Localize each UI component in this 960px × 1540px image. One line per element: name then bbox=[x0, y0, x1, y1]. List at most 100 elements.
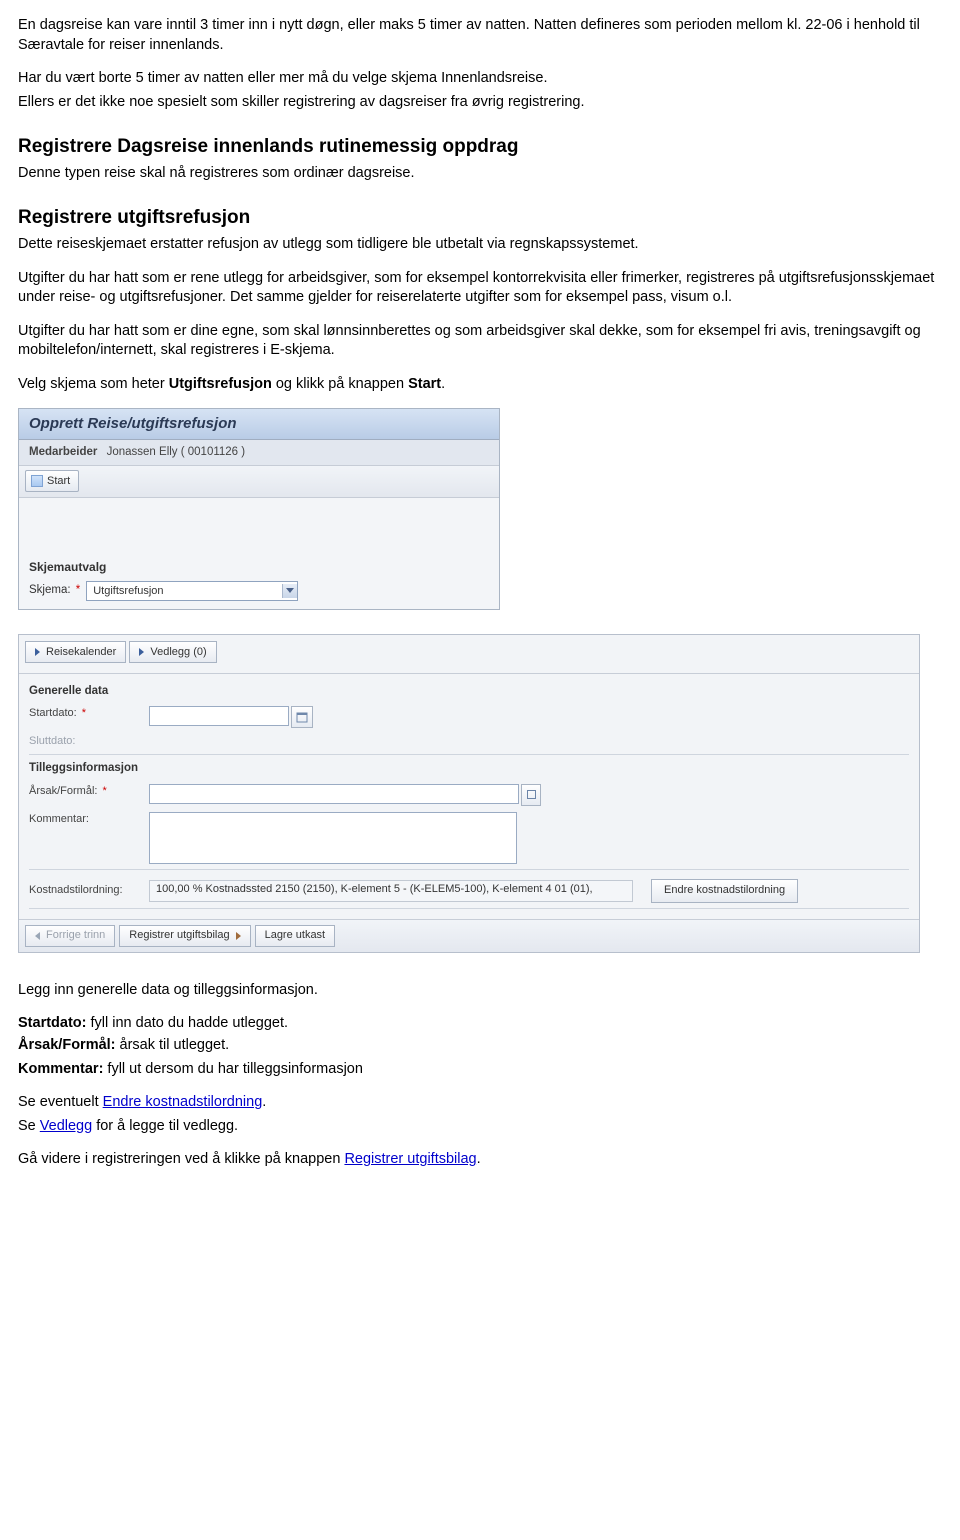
outro-p3c: for å legge til vedlegg. bbox=[92, 1118, 238, 1134]
attachments-link[interactable]: Vedlegg bbox=[40, 1118, 92, 1134]
outro-p1: Legg inn generelle data og tilleggsinfor… bbox=[18, 981, 942, 1001]
additional-info-title: Tilleggsinformasjon bbox=[29, 761, 909, 777]
section2-title: Registrere utgiftsrefusjon bbox=[18, 205, 942, 231]
panel-toolbar: Start bbox=[19, 466, 499, 498]
outro-p2: Se eventuelt Endre kostnadstilordning. bbox=[18, 1093, 942, 1113]
section2-p1: Dette reiseskjemaet erstatter refusjon a… bbox=[18, 235, 942, 255]
general-data-title: Generelle data bbox=[29, 684, 909, 700]
comment-textarea[interactable] bbox=[149, 812, 517, 864]
p4-a: Velg skjema som heter bbox=[18, 376, 169, 392]
change-cost-assignment-button[interactable]: Endre kostnadstilordning bbox=[651, 879, 798, 903]
outro-l3a: Kommentar: bbox=[18, 1061, 103, 1077]
start-button[interactable]: Start bbox=[25, 470, 79, 492]
panel-spacer bbox=[19, 498, 499, 553]
startdate-input[interactable] bbox=[149, 706, 289, 726]
outro-p4a: Gå videre i registreringen ved å klikke … bbox=[18, 1151, 344, 1167]
travel-calendar-label: Reisekalender bbox=[46, 645, 116, 660]
enddate-label: Sluttdato: bbox=[29, 734, 149, 749]
save-draft-button[interactable]: Lagre utkast bbox=[255, 925, 336, 947]
p4-b: Utgiftsrefusjon bbox=[169, 376, 272, 392]
employee-value: Jonassen Elly ( 00101126 ) bbox=[107, 446, 246, 458]
calendar-icon bbox=[296, 711, 308, 723]
start-icon bbox=[31, 475, 43, 487]
panel-header: Opprett Reise/utgiftsrefusjon bbox=[19, 409, 499, 439]
previous-step-label: Forrige trinn bbox=[46, 928, 105, 943]
general-data-section: Generelle data Startdato: * Sluttdato: T… bbox=[19, 674, 919, 919]
dropdown-icon bbox=[282, 584, 297, 598]
register-receipt-link[interactable]: Registrer utgiftsbilag bbox=[344, 1151, 476, 1167]
enddate-row: Sluttdato: bbox=[29, 731, 909, 752]
start-button-label: Start bbox=[47, 474, 70, 489]
datepicker-button[interactable] bbox=[291, 706, 313, 728]
intro-p3: Ellers er det ikke noe spesielt som skil… bbox=[18, 93, 942, 113]
chevron-left-icon bbox=[35, 932, 40, 940]
travel-calendar-button[interactable]: Reisekalender bbox=[25, 641, 126, 663]
schema-select[interactable]: Utgiftsrefusjon bbox=[86, 581, 298, 601]
panel-title: Opprett Reise/utgiftsrefusjon bbox=[19, 409, 499, 438]
comment-label: Kommentar: bbox=[29, 812, 149, 827]
section1-title: Registrere Dagsreise innenlands rutineme… bbox=[18, 134, 942, 160]
employee-row: Medarbeider Jonassen Elly ( 00101126 ) bbox=[19, 440, 499, 467]
required-star: * bbox=[103, 785, 107, 797]
chevron-right-icon bbox=[139, 648, 144, 656]
previous-step-button[interactable]: Forrige trinn bbox=[25, 925, 115, 947]
schema-label-text: Skjema: bbox=[29, 584, 71, 596]
cost-assignment-row: Kostnadstilordning: 100,00 % Kostnadsste… bbox=[29, 876, 909, 906]
outro-p3: Se Vedlegg for å legge til vedlegg. bbox=[18, 1117, 942, 1137]
outro-p2a: Se eventuelt bbox=[18, 1094, 103, 1110]
schema-select-value: Utgiftsrefusjon bbox=[93, 584, 163, 599]
required-star: * bbox=[82, 707, 86, 719]
register-receipt-button[interactable]: Registrer utgiftsbilag bbox=[119, 925, 250, 947]
outro-line2: Årsak/Formål: årsak til utlegget. bbox=[18, 1036, 942, 1056]
outro-p3a: Se bbox=[18, 1118, 40, 1134]
divider bbox=[29, 754, 909, 755]
form-bottom-bar: Forrige trinn Registrer utgiftsbilag Lag… bbox=[19, 919, 919, 952]
p4-c: og klikk på knappen bbox=[272, 376, 408, 392]
outro-p4: Gå videre i registreringen ved å klikke … bbox=[18, 1150, 942, 1170]
attachments-label: Vedlegg (0) bbox=[150, 645, 206, 660]
outro-p4c: . bbox=[477, 1151, 481, 1167]
section2-p2: Utgifter du har hatt som er rene utlegg … bbox=[18, 269, 942, 308]
reason-row: Årsak/Formål: * bbox=[29, 781, 909, 809]
comment-row: Kommentar: bbox=[29, 809, 909, 867]
reason-label: Årsak/Formål: * bbox=[29, 784, 149, 799]
divider bbox=[29, 908, 909, 909]
employee-label: Medarbeider bbox=[29, 446, 97, 458]
outro-l1a: Startdato: bbox=[18, 1015, 86, 1031]
outro-l1b: fyll inn dato du hadde utlegget. bbox=[86, 1015, 288, 1031]
intro-p2: Har du vært borte 5 timer av natten elle… bbox=[18, 69, 942, 89]
schema-row: Skjema: * Utgiftsrefusjon bbox=[19, 577, 499, 609]
outro-l3b: fyll ut dersom du har tilleggsinformasjo… bbox=[103, 1061, 363, 1077]
startdate-row: Startdato: * bbox=[29, 703, 909, 731]
attachments-button[interactable]: Vedlegg (0) bbox=[129, 641, 216, 663]
outro-l2b: årsak til utlegget. bbox=[116, 1037, 230, 1053]
value-help-button[interactable] bbox=[521, 784, 541, 806]
schema-section-title: Skjemautvalg bbox=[19, 553, 499, 577]
required-star: * bbox=[76, 584, 80, 596]
p4-e: . bbox=[441, 376, 445, 392]
form-top-buttons: Reisekalender Vedlegg (0) bbox=[19, 635, 919, 674]
outro-line1: Startdato: fyll inn dato du hadde utlegg… bbox=[18, 1014, 942, 1034]
section1-sub: Denne typen reise skal nå registreres so… bbox=[18, 164, 942, 184]
outro-p2c: . bbox=[262, 1094, 266, 1110]
intro-p1: En dagsreise kan vare inntil 3 timer inn… bbox=[18, 16, 942, 55]
reason-label-text: Årsak/Formål: bbox=[29, 785, 97, 797]
outro-line3: Kommentar: fyll ut dersom du har tillegg… bbox=[18, 1060, 942, 1080]
section2-p4: Velg skjema som heter Utgiftsrefusjon og… bbox=[18, 375, 942, 395]
divider bbox=[29, 869, 909, 870]
create-travel-panel: Opprett Reise/utgiftsrefusjon Medarbeide… bbox=[18, 408, 500, 609]
cost-assignment-value: 100,00 % Kostnadssted 2150 (2150), K-ele… bbox=[149, 880, 633, 902]
chevron-right-icon bbox=[35, 648, 40, 656]
chevron-right-icon bbox=[236, 932, 241, 940]
cost-assignment-label: Kostnadstilordning: bbox=[29, 883, 149, 898]
expense-form-panel: Reisekalender Vedlegg (0) Generelle data… bbox=[18, 634, 920, 953]
register-receipt-label: Registrer utgiftsbilag bbox=[129, 928, 229, 943]
reason-input[interactable] bbox=[149, 784, 519, 804]
section2-p3: Utgifter du har hatt som er dine egne, s… bbox=[18, 322, 942, 361]
startdate-label: Startdato: * bbox=[29, 706, 149, 721]
p4-d: Start bbox=[408, 376, 441, 392]
outro-l2a: Årsak/Formål: bbox=[18, 1037, 116, 1053]
startdate-label-text: Startdato: bbox=[29, 707, 77, 719]
change-cost-link[interactable]: Endre kostnadstilordning bbox=[103, 1094, 263, 1110]
schema-label: Skjema: * bbox=[29, 583, 80, 599]
